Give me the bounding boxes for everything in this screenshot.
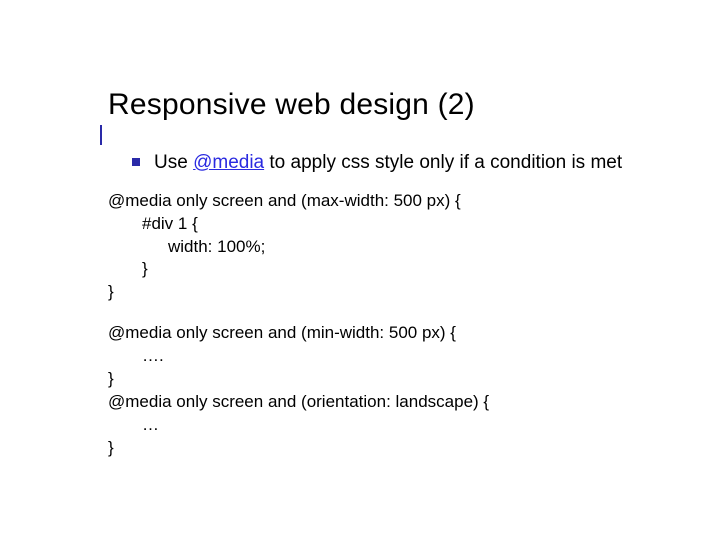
code-line: }: [108, 369, 114, 388]
code-block-2: @media only screen and (min-width: 500 p…: [108, 322, 720, 460]
code-block-1: @media only screen and (max-width: 500 p…: [108, 190, 720, 305]
code-line: @media only screen and (max-width: 500 p…: [108, 191, 461, 210]
code-line: …: [108, 414, 720, 437]
bullet-text-post: to apply css style only if a condition i…: [264, 152, 622, 173]
bullet-text-pre: Use: [154, 152, 193, 173]
media-link[interactable]: @media: [193, 152, 264, 173]
code-line: width: 100%;: [108, 236, 720, 259]
bullet-text: Use @media to apply css style only if a …: [154, 150, 622, 176]
square-bullet-icon: [132, 158, 140, 166]
code-line: @media only screen and (orientation: lan…: [108, 392, 489, 411]
code-line: }: [108, 282, 114, 301]
code-line: }: [108, 258, 720, 281]
code-line: }: [108, 438, 114, 457]
code-line: ….: [108, 345, 720, 368]
bullet-item: Use @media to apply css style only if a …: [132, 150, 672, 176]
accent-bar: [100, 125, 102, 145]
slide: Responsive web design (2) Use @media to …: [0, 0, 720, 540]
code-line: @media only screen and (min-width: 500 p…: [108, 323, 456, 342]
slide-title: Responsive web design (2): [108, 88, 720, 122]
code-line: #div 1 {: [108, 213, 720, 236]
